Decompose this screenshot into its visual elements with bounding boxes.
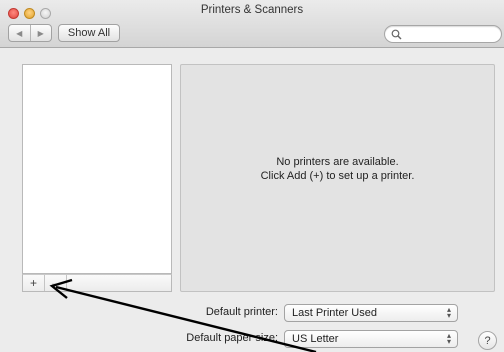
popup-chevron-icon: ▴ ▾ bbox=[446, 305, 451, 320]
search-field[interactable] bbox=[384, 25, 502, 43]
printer-list-buttons: + – bbox=[22, 274, 172, 292]
search-icon bbox=[391, 29, 402, 40]
window-title: Printers & Scanners bbox=[200, 4, 304, 16]
remove-printer-button[interactable]: – bbox=[45, 275, 67, 291]
printer-detail-panel: No printers are available. Click Add (+)… bbox=[180, 64, 495, 292]
empty-message: No printers are available. Click Add (+)… bbox=[181, 155, 494, 183]
add-printer-button[interactable]: + bbox=[23, 275, 45, 291]
help-button[interactable]: ? bbox=[478, 331, 497, 350]
default-printer-value: Last Printer Used bbox=[292, 307, 377, 319]
empty-message-line1: No printers are available. bbox=[276, 156, 399, 168]
default-paper-size-label: Default paper size: bbox=[186, 332, 278, 344]
show-all-button[interactable]: Show All bbox=[58, 24, 120, 42]
default-paper-size-value: US Letter bbox=[292, 333, 339, 345]
forward-icon[interactable]: ▶ bbox=[29, 25, 52, 41]
titlebar: Printers & Scanners ◀ ▶ Show All bbox=[0, 0, 504, 48]
back-icon[interactable]: ◀ bbox=[9, 25, 30, 41]
printer-list[interactable] bbox=[22, 64, 172, 274]
empty-message-line2: Click Add (+) to set up a printer. bbox=[260, 170, 415, 182]
default-printer-label: Default printer: bbox=[205, 306, 278, 318]
default-paper-size-popup[interactable]: US Letter ▴ ▾ bbox=[284, 330, 458, 348]
back-forward-control: ◀ ▶ bbox=[8, 24, 52, 42]
popup-chevron-icon: ▴ ▾ bbox=[446, 331, 451, 346]
printers-scanners-window: Printers & Scanners ◀ ▶ Show All + – No … bbox=[0, 0, 504, 352]
default-printer-popup[interactable]: Last Printer Used ▴ ▾ bbox=[284, 304, 458, 322]
